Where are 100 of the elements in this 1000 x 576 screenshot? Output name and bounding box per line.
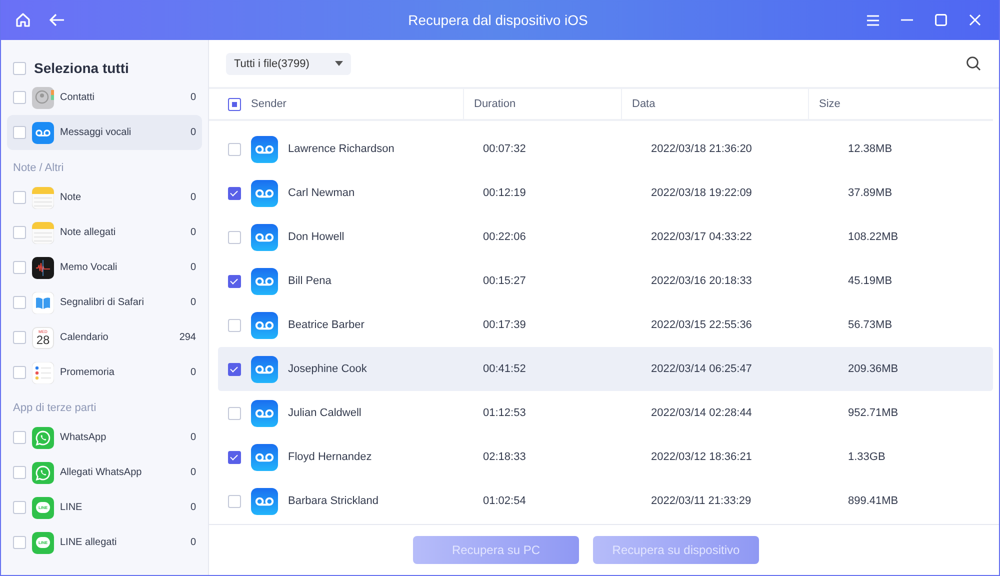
table-row[interactable]: Beatrice Barber 00:17:39 2022/03/15 22:55:36 56.73MB xyxy=(218,303,993,347)
section-heading: App di terze parti xyxy=(12,401,98,416)
book-icon xyxy=(32,292,54,314)
table-row[interactable]: Floyd Hernandez 02:18:33 2022/03/12 18:36:21 1.33GB xyxy=(218,435,993,479)
date-cell-text: 2022/03/18 21:36:20 xyxy=(650,143,753,155)
table-row[interactable]: Julian Caldwell 01:12:53 2022/03/14 02:28:44 952.71MB xyxy=(218,391,993,435)
select-all-checkbox[interactable] xyxy=(13,62,26,74)
checkbox[interactable] xyxy=(228,230,241,244)
checkbox[interactable] xyxy=(228,362,241,376)
contacts-icon xyxy=(32,86,54,108)
sidebar-item[interactable]: Memo Vocali 0 xyxy=(7,250,202,285)
checkbox[interactable] xyxy=(228,142,241,156)
checkbox[interactable] xyxy=(13,536,26,549)
item-count: 0 xyxy=(190,467,196,478)
item-label: Allegati WhatsApp xyxy=(60,467,143,478)
checkbox[interactable] xyxy=(13,91,26,104)
close-icon[interactable] xyxy=(969,14,981,26)
notes-icon xyxy=(32,186,54,208)
search-icon[interactable] xyxy=(966,56,981,71)
select-all-label: Seleziona tutti xyxy=(34,60,129,76)
checkbox[interactable] xyxy=(228,318,241,332)
column-header[interactable]: Sender xyxy=(251,98,286,110)
table-row[interactable]: Lawrence Richardson 00:07:32 2022/03/18 21:36:20 12.38MB xyxy=(218,127,993,171)
sidebar-item[interactable]: Contatti 0 xyxy=(7,80,202,115)
table-row[interactable]: Don Howell 00:22:06 2022/03/17 04:33:22 108.22MB xyxy=(218,215,993,259)
size-cell-text: 952.71MB xyxy=(847,407,900,419)
voicemail-icon xyxy=(251,268,278,294)
table-row[interactable]: Barbara Strickland 01:02:54 2022/03/11 21:33:29 899.41MB xyxy=(218,479,993,523)
sidebar-item[interactable]: WhatsApp 0 xyxy=(7,420,202,455)
sidebar-item[interactable]: Messaggi vocali 0 xyxy=(7,115,202,150)
sender-cell: Barbara Strickland xyxy=(288,495,378,507)
checkbox[interactable] xyxy=(13,126,26,139)
voice-memo-icon xyxy=(32,256,54,278)
item-count: 0 xyxy=(190,127,196,138)
table-row[interactable]: Bill Pena 00:15:27 2022/03/16 20:18:33 45.19MB xyxy=(218,259,993,303)
sidebar-item[interactable]: Note 0 xyxy=(7,180,202,215)
date-cell-text: 2022/03/14 02:28:44 xyxy=(650,407,753,419)
maximize-icon[interactable] xyxy=(935,14,947,26)
sidebar-item[interactable]: Note allegati 0 xyxy=(7,215,202,250)
item-count: 0 xyxy=(190,367,196,378)
item-count: 0 xyxy=(190,537,196,548)
checkbox[interactable] xyxy=(13,331,26,344)
size-cell-text: 56.73MB xyxy=(847,319,894,331)
checkbox[interactable] xyxy=(228,274,241,288)
checkbox[interactable] xyxy=(228,406,241,420)
size-cell-text: 209.36MB xyxy=(847,363,900,375)
table-row[interactable]: Josephine Cook 00:41:52 2022/03/14 06:25:47 209.36MB xyxy=(218,347,993,391)
size-cell-text: 12.38MB xyxy=(847,143,894,155)
list-icon xyxy=(32,362,54,384)
voicemail-icon xyxy=(251,224,278,250)
chat-bubble-icon xyxy=(32,462,54,484)
sender-cell: Don Howell xyxy=(288,231,344,243)
date-cell-text: 2022/03/14 06:25:47 xyxy=(650,363,753,375)
item-count: 0 xyxy=(190,262,196,273)
item-label: LINE xyxy=(60,502,84,513)
item-count: 0 xyxy=(190,432,196,443)
checkbox[interactable] xyxy=(13,261,26,274)
checkbox[interactable] xyxy=(13,466,26,479)
duration-cell-text: 00:12:19 xyxy=(482,187,527,199)
chat-bubble-icon xyxy=(32,426,54,448)
date-cell-text: 2022/03/15 22:55:36 xyxy=(650,319,753,331)
back-arrow-icon[interactable] xyxy=(49,13,65,27)
sidebar-item[interactable]: Segnalibri di Safari 0 xyxy=(7,285,202,320)
item-label: Messaggi vocali xyxy=(60,127,132,138)
duration-cell-text: 00:17:39 xyxy=(482,319,527,331)
filter-dropdown[interactable]: Tutti i file(3799) xyxy=(226,52,352,74)
notes-icon xyxy=(32,222,54,244)
item-label: Calendario xyxy=(60,332,110,343)
minimize-icon[interactable] xyxy=(901,19,913,21)
menu-icon[interactable] xyxy=(867,14,879,26)
date-cell-text: 2022/03/16 20:18:33 xyxy=(650,275,753,287)
sender-cell: Bill Pena xyxy=(288,275,332,287)
home-icon[interactable] xyxy=(15,12,31,28)
item-count: 294 xyxy=(179,332,196,343)
column-header[interactable]: Data xyxy=(621,89,808,119)
checkbox[interactable] xyxy=(13,431,26,444)
voicemail-icon xyxy=(251,180,278,206)
checkbox[interactable] xyxy=(228,494,241,508)
duration-cell-text: 00:41:52 xyxy=(482,363,527,375)
sidebar-item[interactable]: Promemoria 0 xyxy=(7,355,202,390)
checkbox[interactable] xyxy=(13,226,26,239)
date-cell-text: 2022/03/12 18:36:21 xyxy=(650,451,753,463)
size-cell-text: 899.41MB xyxy=(847,495,900,507)
duration-cell-text: 00:22:06 xyxy=(482,231,527,243)
column-header[interactable]: Duration xyxy=(463,89,621,119)
column-header[interactable]: Size xyxy=(808,89,993,119)
checkbox[interactable] xyxy=(228,450,241,464)
table-row[interactable]: Carl Newman 00:12:19 2022/03/18 19:22:09 37.89MB xyxy=(218,171,993,215)
checkbox[interactable] xyxy=(228,186,241,200)
checkbox[interactable] xyxy=(13,501,26,514)
sidebar-item[interactable]: Allegati WhatsApp 0 xyxy=(7,455,202,490)
duration-cell-text: 01:02:54 xyxy=(482,495,527,507)
header-checkbox[interactable] xyxy=(228,98,241,110)
voicemail-icon xyxy=(32,122,54,144)
checkbox[interactable] xyxy=(13,191,26,204)
size-cell-text: 45.19MB xyxy=(847,275,894,287)
item-label: Memo Vocali xyxy=(60,262,118,273)
checkbox[interactable] xyxy=(13,296,26,309)
checkbox[interactable] xyxy=(13,366,26,379)
voicemail-icon xyxy=(251,400,278,426)
